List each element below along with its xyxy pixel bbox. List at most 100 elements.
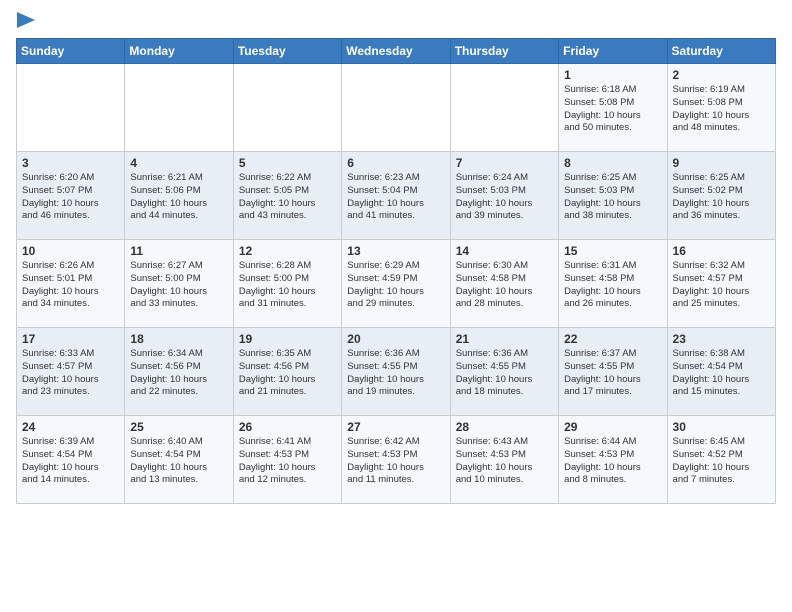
calendar-cell: 30Sunrise: 6:45 AM Sunset: 4:52 PM Dayli… [667, 416, 775, 504]
day-number: 18 [130, 332, 227, 346]
weekday-header-friday: Friday [559, 39, 667, 64]
calendar-cell: 6Sunrise: 6:23 AM Sunset: 5:04 PM Daylig… [342, 152, 450, 240]
calendar-cell: 10 Sunrise: 6:26 AM Sunset: 5:01 PM Dayli… [17, 240, 125, 328]
day-number: 22 [564, 332, 661, 346]
day-info: Sunrise: 6:20 AM Sunset: 5:07 PM Dayligh… [22, 172, 119, 223]
day-info: Sunrise: 6:25 AM Sunset: 5:03 PM Dayligh… [564, 172, 661, 223]
day-number: 9 [673, 156, 770, 170]
day-number: 12 [239, 244, 336, 258]
day-info: Sunrise: 6:25 AM Sunset: 5:02 PM Dayligh… [673, 172, 770, 223]
calendar-cell: 19Sunrise: 6:35 AM Sunset: 4:56 PM Dayli… [233, 328, 341, 416]
day-info: Sunrise: 6:44 AM Sunset: 4:53 PM Dayligh… [564, 436, 661, 487]
calendar-cell [233, 64, 341, 152]
calendar-cell: 21 Sunrise: 6:36 AM Sunset: 4:55 PM Dayli… [450, 328, 558, 416]
day-number: 29 [564, 420, 661, 434]
day-number: 24 [22, 420, 119, 434]
calendar-cell [342, 64, 450, 152]
day-number: 3 [22, 156, 119, 170]
day-number: 25 [130, 420, 227, 434]
calendar-cell: 5 Sunrise: 6:22 AM Sunset: 5:05 PM Daylig… [233, 152, 341, 240]
day-number: 4 [130, 156, 227, 170]
day-info: Sunrise: 6:26 AM Sunset: 5:01 PM Dayligh… [22, 260, 119, 311]
day-number: 26 [239, 420, 336, 434]
day-number: 15 [564, 244, 661, 258]
day-info: Sunrise: 6:40 AM Sunset: 4:54 PM Dayligh… [130, 436, 227, 487]
calendar-cell [450, 64, 558, 152]
day-info: Sunrise: 6:21 AM Sunset: 5:06 PM Dayligh… [130, 172, 227, 223]
calendar-cell: 12 Sunrise: 6:28 AM Sunset: 5:00 PM Dayli… [233, 240, 341, 328]
calendar-cell: 8 Sunrise: 6:25 AM Sunset: 5:03 PM Daylig… [559, 152, 667, 240]
day-info: Sunrise: 6:36 AM Sunset: 4:55 PM Dayligh… [456, 348, 553, 399]
logo [16, 10, 39, 30]
calendar-cell: 23 Sunrise: 6:38 AM Sunset: 4:54 PM Dayli… [667, 328, 775, 416]
day-info: Sunrise: 6:36 AM Sunset: 4:55 PM Dayligh… [347, 348, 444, 399]
day-number: 7 [456, 156, 553, 170]
day-number: 20 [347, 332, 444, 346]
day-number: 23 [673, 332, 770, 346]
calendar-week-row: 24 Sunrise: 6:39 AM Sunset: 4:54 PM Dayli… [17, 416, 776, 504]
calendar-cell [125, 64, 233, 152]
calendar-cell: 1 Sunrise: 6:18 AM Sunset: 5:08 PM Daylig… [559, 64, 667, 152]
calendar-cell: 3 Sunrise: 6:20 AM Sunset: 5:07 PM Daylig… [17, 152, 125, 240]
logo-arrow-icon [16, 10, 39, 30]
day-number: 11 [130, 244, 227, 258]
calendar-cell: 25 Sunrise: 6:40 AM Sunset: 4:54 PM Dayli… [125, 416, 233, 504]
weekday-header-thursday: Thursday [450, 39, 558, 64]
calendar-cell: 18 Sunrise: 6:34 AM Sunset: 4:56 PM Dayli… [125, 328, 233, 416]
day-info: Sunrise: 6:34 AM Sunset: 4:56 PM Dayligh… [130, 348, 227, 399]
weekday-header-saturday: Saturday [667, 39, 775, 64]
calendar-cell: 16 Sunrise: 6:32 AM Sunset: 4:57 PM Dayli… [667, 240, 775, 328]
page: SundayMondayTuesdayWednesdayThursdayFrid… [0, 0, 792, 520]
weekday-header-tuesday: Tuesday [233, 39, 341, 64]
calendar-cell: 26Sunrise: 6:41 AM Sunset: 4:53 PM Dayli… [233, 416, 341, 504]
day-info: Sunrise: 6:29 AM Sunset: 4:59 PM Dayligh… [347, 260, 444, 311]
day-number: 27 [347, 420, 444, 434]
calendar-cell: 13 Sunrise: 6:29 AM Sunset: 4:59 PM Dayli… [342, 240, 450, 328]
day-info: Sunrise: 6:42 AM Sunset: 4:53 PM Dayligh… [347, 436, 444, 487]
day-number: 5 [239, 156, 336, 170]
calendar-cell: 14Sunrise: 6:30 AM Sunset: 4:58 PM Dayli… [450, 240, 558, 328]
calendar-cell: 17 Sunrise: 6:33 AM Sunset: 4:57 PM Dayli… [17, 328, 125, 416]
day-info: Sunrise: 6:31 AM Sunset: 4:58 PM Dayligh… [564, 260, 661, 311]
calendar-table: SundayMondayTuesdayWednesdayThursdayFrid… [16, 38, 776, 504]
day-info: Sunrise: 6:30 AM Sunset: 4:58 PM Dayligh… [456, 260, 553, 311]
day-info: Sunrise: 6:22 AM Sunset: 5:05 PM Dayligh… [239, 172, 336, 223]
day-number: 16 [673, 244, 770, 258]
calendar-cell: 11 Sunrise: 6:27 AM Sunset: 5:00 PM Dayli… [125, 240, 233, 328]
calendar-cell: 29 Sunrise: 6:44 AM Sunset: 4:53 PM Dayli… [559, 416, 667, 504]
calendar-cell: 9 Sunrise: 6:25 AM Sunset: 5:02 PM Daylig… [667, 152, 775, 240]
calendar-cell: 4 Sunrise: 6:21 AM Sunset: 5:06 PM Daylig… [125, 152, 233, 240]
day-number: 17 [22, 332, 119, 346]
day-info: Sunrise: 6:27 AM Sunset: 5:00 PM Dayligh… [130, 260, 227, 311]
day-info: Sunrise: 6:45 AM Sunset: 4:52 PM Dayligh… [673, 436, 770, 487]
day-info: Sunrise: 6:32 AM Sunset: 4:57 PM Dayligh… [673, 260, 770, 311]
day-info: Sunrise: 6:18 AM Sunset: 5:08 PM Dayligh… [564, 84, 661, 135]
calendar-week-row: 3 Sunrise: 6:20 AM Sunset: 5:07 PM Daylig… [17, 152, 776, 240]
day-number: 21 [456, 332, 553, 346]
calendar-cell: 28Sunrise: 6:43 AM Sunset: 4:53 PM Dayli… [450, 416, 558, 504]
day-info: Sunrise: 6:38 AM Sunset: 4:54 PM Dayligh… [673, 348, 770, 399]
calendar-header-row: SundayMondayTuesdayWednesdayThursdayFrid… [17, 39, 776, 64]
calendar-cell: 20 Sunrise: 6:36 AM Sunset: 4:55 PM Dayli… [342, 328, 450, 416]
day-info: Sunrise: 6:33 AM Sunset: 4:57 PM Dayligh… [22, 348, 119, 399]
day-info: Sunrise: 6:39 AM Sunset: 4:54 PM Dayligh… [22, 436, 119, 487]
calendar-cell: 7 Sunrise: 6:24 AM Sunset: 5:03 PM Daylig… [450, 152, 558, 240]
day-info: Sunrise: 6:28 AM Sunset: 5:00 PM Dayligh… [239, 260, 336, 311]
calendar-cell: 2Sunrise: 6:19 AM Sunset: 5:08 PM Daylig… [667, 64, 775, 152]
day-number: 2 [673, 68, 770, 82]
calendar-cell: 24 Sunrise: 6:39 AM Sunset: 4:54 PM Dayli… [17, 416, 125, 504]
calendar-cell [17, 64, 125, 152]
calendar-week-row: 10 Sunrise: 6:26 AM Sunset: 5:01 PM Dayli… [17, 240, 776, 328]
calendar-cell: 15 Sunrise: 6:31 AM Sunset: 4:58 PM Dayli… [559, 240, 667, 328]
day-info: Sunrise: 6:37 AM Sunset: 4:55 PM Dayligh… [564, 348, 661, 399]
header [16, 10, 776, 30]
day-number: 1 [564, 68, 661, 82]
day-number: 10 [22, 244, 119, 258]
weekday-header-monday: Monday [125, 39, 233, 64]
day-number: 8 [564, 156, 661, 170]
day-number: 6 [347, 156, 444, 170]
day-number: 28 [456, 420, 553, 434]
day-info: Sunrise: 6:24 AM Sunset: 5:03 PM Dayligh… [456, 172, 553, 223]
day-number: 13 [347, 244, 444, 258]
calendar-cell: 22 Sunrise: 6:37 AM Sunset: 4:55 PM Dayli… [559, 328, 667, 416]
